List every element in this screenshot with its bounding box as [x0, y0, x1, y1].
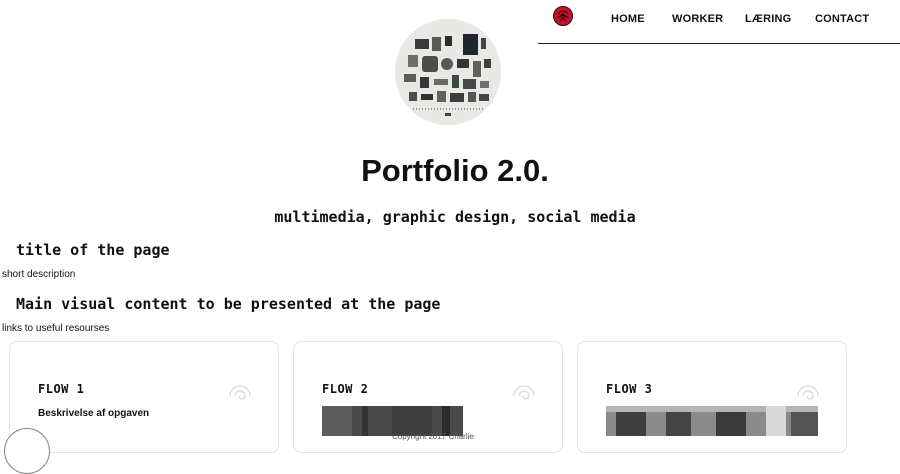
flow-card[interactable]: FLOW 3 [577, 341, 847, 453]
rose-logo-icon[interactable] [552, 5, 574, 27]
section-heading: Main visual content to be presented at t… [16, 295, 441, 313]
nav-contact[interactable]: CONTACT [815, 13, 869, 25]
main-nav: HOME WORKER LÆRING CONTACT [538, 0, 900, 44]
nav-worker[interactable]: WORKER [672, 13, 723, 25]
profile-photo [395, 19, 501, 125]
card-title: FLOW 1 [38, 382, 85, 396]
scroll-to-top-button[interactable] [4, 428, 50, 474]
spiral-icon [796, 380, 820, 400]
card-description: Beskrivelse af opgaven [38, 408, 150, 419]
card-title: FLOW 2 [322, 382, 369, 396]
card-image [606, 406, 818, 436]
flow-card[interactable]: FLOW 1 Beskrivelse af opgaven [9, 341, 279, 453]
spiral-icon [228, 380, 252, 400]
section-links-text[interactable]: links to useful resourses [2, 323, 109, 334]
card-title: FLOW 3 [606, 382, 653, 396]
section-heading: title of the page [16, 241, 170, 259]
nav-laering[interactable]: LÆRING [745, 13, 791, 25]
page-title: Portfolio 2.0. [361, 153, 549, 188]
section-description: short description [2, 269, 76, 280]
spiral-icon [512, 380, 536, 400]
nav-home[interactable]: HOME [611, 13, 645, 25]
page-subtitle: multimedia, graphic design, social media [274, 208, 636, 226]
